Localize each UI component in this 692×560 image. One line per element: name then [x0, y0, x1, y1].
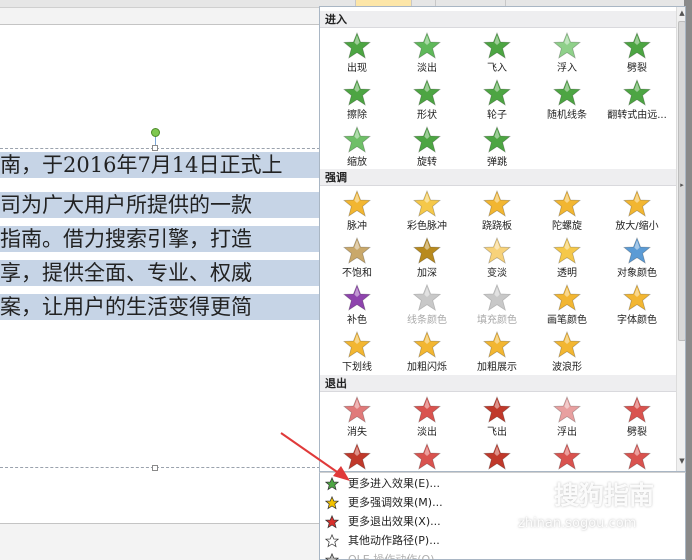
- watermark: 搜狗指南 zhinan.sogou.com: [514, 472, 684, 532]
- watermark-url: zhinan.sogou.com: [518, 516, 637, 531]
- watermark-text: 搜狗指南: [554, 481, 655, 510]
- watermark-logo-icon: [514, 476, 548, 510]
